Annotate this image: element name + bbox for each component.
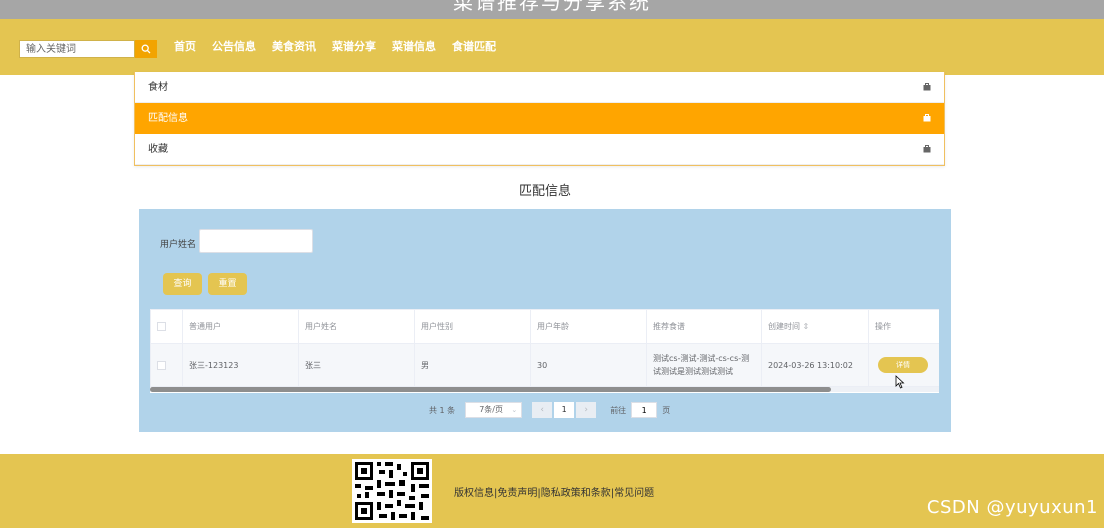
side-menu: 食材 匹配信息 收藏 [134, 72, 945, 166]
menu-item-label: 匹配信息 [148, 113, 188, 124]
table-row: 张三-123123 张三 男 30 测试cs-测试-测试-cs-cs-测试测试是… [150, 343, 939, 387]
cell-gender: 男 [414, 343, 531, 387]
column-header: 用户性别 [414, 309, 531, 344]
page-title: 匹配信息 [518, 184, 571, 199]
match-info-panel: 用户姓名 查询 重置 普通用户 用户姓名 用户性别 用户年龄 推荐食谱 创建时间… [139, 209, 951, 432]
menu-item-ingredients[interactable]: 食材 [135, 72, 944, 103]
total-count: 共 1 条 [429, 405, 456, 415]
column-header: 推荐食谱 [646, 309, 762, 344]
username-filter-label: 用户姓名 [160, 240, 197, 250]
username-filter-input[interactable] [199, 229, 313, 253]
goto-page-input[interactable] [631, 402, 658, 418]
row-select-cell [150, 343, 183, 387]
footer-links[interactable]: 版权信息|免责声明|隐私政策和条款|常见问题 [454, 484, 654, 499]
nav-recipe-share[interactable]: 菜谱分享 [324, 39, 384, 55]
cell-recipe: 测试cs-测试-测试-cs-cs-测试测试是测试测试测试 [646, 343, 762, 387]
page-size-select[interactable]: 7条/页 ⌄ [465, 402, 523, 418]
top-banner: 菜谱推荐与分享系统 [0, 0, 1104, 19]
page-number-current[interactable]: 1 [554, 402, 575, 418]
search-icon [141, 44, 151, 54]
qr-code-icon [352, 459, 432, 523]
menu-item-label: 食材 [148, 82, 168, 93]
briefcase-icon [923, 114, 931, 122]
page-suffix-label: 页 [662, 405, 671, 415]
nav-home[interactable]: 首页 [166, 39, 204, 55]
menu-item-match-info[interactable]: 匹配信息 [135, 103, 944, 134]
nav-recipe-match[interactable]: 食谱匹配 [444, 39, 504, 55]
nav-food-news[interactable]: 美食资讯 [264, 39, 324, 55]
footer-links-text[interactable]: 版权信息|免责声明|隐私政策和条款|常见问题 [454, 488, 654, 499]
cell-created: 2024-03-26 13:10:02 [761, 343, 869, 387]
chevron-down-icon: ⌄ [511, 406, 518, 414]
main-nav: 首页 公告信息 美食资讯 菜谱分享 菜谱信息 食谱匹配 [166, 39, 504, 55]
prev-page-button[interactable]: ‹ [532, 402, 553, 418]
query-button[interactable]: 查询 [163, 273, 202, 295]
select-all-cell [150, 309, 183, 344]
cell-age: 30 [530, 343, 647, 387]
csdn-watermark: CSDN @yuyuxun1 [926, 497, 1098, 518]
cell-name: 张三 [298, 343, 415, 387]
cell-user: 张三-123123 [182, 343, 299, 387]
site-title: 菜谱推荐与分享系统 [453, 0, 651, 14]
menu-item-favorites[interactable]: 收藏 [135, 134, 944, 165]
briefcase-icon [923, 83, 931, 91]
menu-item-label: 收藏 [148, 144, 168, 155]
navbar: 首页 公告信息 美食资讯 菜谱分享 菜谱信息 食谱匹配 [0, 19, 1104, 75]
search-input[interactable] [19, 40, 135, 58]
mouse-cursor-icon [895, 375, 905, 389]
column-header: 操作 [868, 309, 939, 344]
column-header-label: 创建时间 [768, 322, 800, 331]
page-size-value: 7条/页 [479, 405, 503, 414]
sort-icon[interactable]: ⇕ [803, 322, 810, 331]
reset-button[interactable]: 重置 [208, 273, 247, 295]
column-header-created[interactable]: 创建时间 ⇕ [761, 309, 869, 344]
select-all-checkbox[interactable] [157, 322, 166, 331]
next-page-button[interactable]: › [576, 402, 597, 418]
search-button[interactable] [135, 40, 157, 58]
scrollbar-thumb[interactable] [150, 387, 831, 392]
nav-recipe-info[interactable]: 菜谱信息 [384, 39, 444, 55]
horizontal-scrollbar[interactable] [150, 387, 939, 392]
row-checkbox[interactable] [157, 360, 166, 370]
nav-announcements[interactable]: 公告信息 [204, 39, 264, 55]
briefcase-icon [923, 145, 931, 153]
column-header: 用户年龄 [530, 309, 647, 344]
column-header: 用户姓名 [298, 309, 415, 344]
goto-label: 前往 [610, 405, 627, 415]
pagination: 共 1 条 7条/页 ⌄ ‹ 1 › 前往 页 [429, 402, 670, 418]
data-table: 普通用户 用户姓名 用户性别 用户年龄 推荐食谱 创建时间 ⇕ 操作 张三-12… [150, 309, 939, 393]
detail-button[interactable]: 详情 [878, 357, 928, 373]
column-header: 普通用户 [182, 309, 299, 344]
table-header-row: 普通用户 用户姓名 用户性别 用户年龄 推荐食谱 创建时间 ⇕ 操作 [150, 309, 939, 344]
